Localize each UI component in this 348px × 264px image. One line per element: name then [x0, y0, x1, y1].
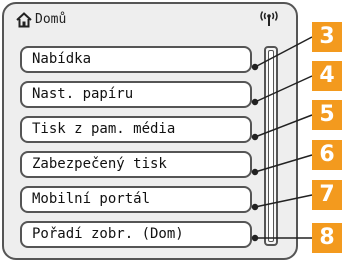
callout-number: 5 — [312, 100, 342, 130]
callout-number: 4 — [312, 61, 342, 91]
callout-lines — [251, 36, 313, 242]
callout-number: 8 — [312, 223, 342, 253]
callout-number: 6 — [312, 140, 342, 170]
callout-number: 7 — [312, 180, 342, 210]
callout-number: 3 — [312, 22, 342, 52]
